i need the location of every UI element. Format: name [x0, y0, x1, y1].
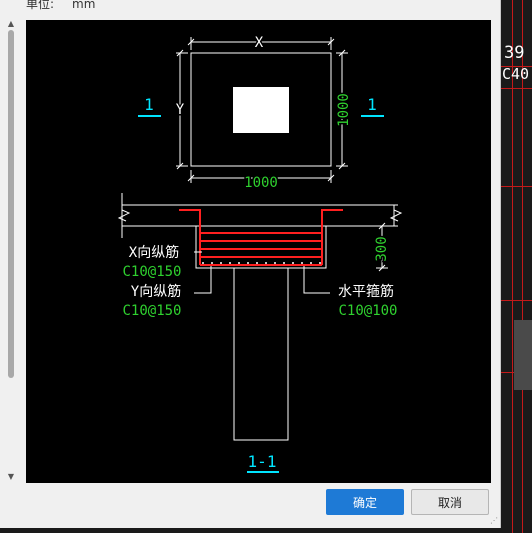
y-rebar-label: Y向纵筋 [131, 283, 181, 300]
x-rebar-spec: C10@150 [122, 264, 181, 280]
stirrup-spec: C10@100 [338, 303, 397, 319]
scroll-down-arrow-icon[interactable]: ▼ [4, 471, 18, 483]
section-title: 1-1 [248, 452, 277, 471]
background-bottom-strip [0, 528, 500, 533]
unit-value: mm [72, 0, 96, 11]
plan-height-dimension: 1000 [336, 93, 352, 127]
unit-label: 单位: [26, 0, 55, 11]
plan-column [233, 87, 289, 133]
background-number: 39 [504, 43, 525, 63]
plan-x-label: X [255, 35, 264, 51]
section-mark-left: 1 [144, 95, 154, 114]
depth-dimension: 300 [374, 236, 390, 261]
plan-y-label: Y [176, 102, 185, 118]
rebar-dots [202, 262, 321, 264]
y-rebar-spec: C10@150 [122, 303, 181, 319]
ok-button[interactable]: 确定 [326, 489, 404, 515]
scroll-up-arrow-icon[interactable]: ▲ [4, 18, 18, 30]
background-number: C40 [502, 65, 530, 83]
background-cad-area: 39 C40 [500, 0, 532, 533]
rebar-detail-dialog: 单位: mm ▲ ▼ X Y 1000 1000 1 1 300 X向纵筋 C1… [0, 0, 501, 528]
resize-grip-icon[interactable]: ⋰ [490, 516, 498, 525]
section-mark-right: 1 [367, 95, 377, 114]
plan-width-dimension: 1000 [244, 175, 278, 191]
rebar-lines [179, 209, 343, 266]
unit-row: 单位: mm [26, 0, 95, 12]
stirrup-label: 水平箍筋 [338, 283, 394, 300]
vertical-scrollbar[interactable]: ▲ ▼ [4, 18, 18, 483]
drawing-canvas: X Y 1000 1000 1 1 300 X向纵筋 C10@150 Y向纵筋 … [26, 20, 491, 483]
cancel-button[interactable]: 取消 [411, 489, 489, 515]
x-rebar-label: X向纵筋 [129, 244, 179, 261]
scroll-thumb[interactable] [8, 30, 14, 378]
